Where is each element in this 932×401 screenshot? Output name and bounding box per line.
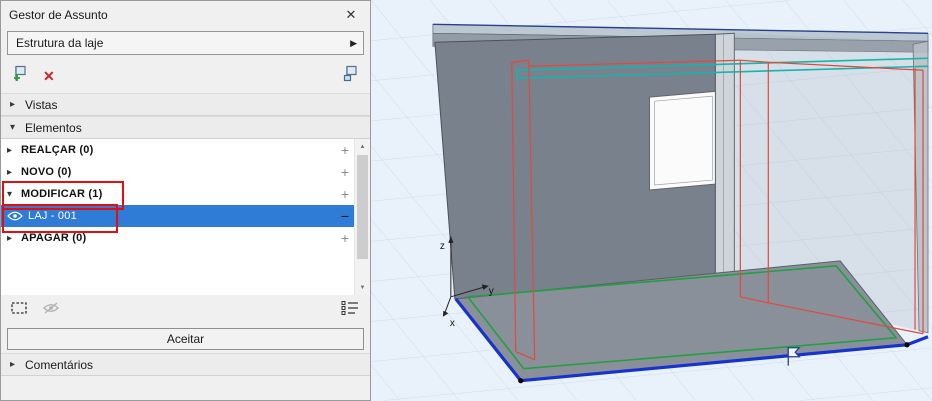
list-item-modificar[interactable]: ▾ MODIFICAR (1) + <box>1 183 370 205</box>
axis-label-z: z <box>440 241 445 252</box>
list-item-label: MODIFICAR (1) <box>21 188 102 200</box>
window[interactable] <box>650 91 717 190</box>
list-item-apagar[interactable]: ▸ APAGAR (0) + <box>1 227 370 249</box>
chevron-right-icon[interactable]: ▸ <box>7 233 12 244</box>
show-in-view-icon <box>42 301 60 320</box>
3d-viewport[interactable]: z y x <box>371 0 932 401</box>
scroll-down-button[interactable]: ▼ <box>355 280 370 295</box>
list-item-label: APAGAR (0) <box>21 232 86 244</box>
section-label: Elementos <box>25 121 82 135</box>
chevron-down-icon[interactable]: ▾ <box>10 122 18 133</box>
section-label: Vistas <box>25 98 57 112</box>
section-vistas[interactable]: ▸ Vistas <box>1 93 370 116</box>
list-item-laj-001[interactable]: LAJ - 001 − <box>1 205 370 227</box>
add-button[interactable]: + <box>341 142 349 158</box>
chevron-right-icon[interactable]: ▸ <box>10 99 18 110</box>
building-model[interactable] <box>433 24 928 383</box>
chevron-right-icon[interactable]: ▸ <box>10 359 18 370</box>
selection-toolbar <box>1 295 370 325</box>
new-issue-icon[interactable] <box>11 65 29 87</box>
scrollbar[interactable]: ▲ ▼ <box>354 139 370 295</box>
section-elementos[interactable]: ▾ Elementos <box>1 116 370 139</box>
chevron-right-icon[interactable]: ▸ <box>7 167 12 178</box>
chevron-right-icon[interactable]: ▸ <box>7 145 12 156</box>
scheme-selector[interactable]: Estrutura da laje ▶ <box>7 31 364 55</box>
delete-issue-icon[interactable]: ✕ <box>43 69 55 83</box>
remove-button[interactable]: − <box>341 208 349 224</box>
accept-button[interactable]: Aceitar <box>7 328 364 350</box>
add-button[interactable]: + <box>341 186 349 202</box>
marquee-icon[interactable] <box>11 301 28 320</box>
scheme-selector-wrap: Estrutura da laje ▶ <box>1 29 370 59</box>
close-icon[interactable]: ✕ <box>340 7 362 23</box>
application-window: Gestor de Assunto ✕ Estrutura da laje ▶ … <box>0 0 932 401</box>
list-item-label: LAJ - 001 <box>28 210 77 222</box>
add-button[interactable]: + <box>341 230 349 246</box>
section-comentarios[interactable]: ▸ Comentários <box>1 353 370 376</box>
accept-button-label: Aceitar <box>167 332 204 346</box>
scheme-selector-value: Estrutura da laje <box>16 36 103 50</box>
elements-list: ▸ REALÇAR (0) + ▸ NOVO (0) + ▾ MODIFICAR… <box>1 139 370 295</box>
panel-title: Gestor de Assunto <box>9 8 108 22</box>
eye-icon[interactable] <box>7 211 23 224</box>
chevron-right-icon: ▶ <box>350 38 357 49</box>
list-item-novo[interactable]: ▸ NOVO (0) + <box>1 161 370 183</box>
add-button[interactable]: + <box>341 164 349 180</box>
chevron-down-icon[interactable]: ▾ <box>7 189 12 200</box>
issue-manager-panel: Gestor de Assunto ✕ Estrutura da laje ▶ … <box>0 0 371 401</box>
issue-toolbar: ✕ <box>1 59 370 93</box>
import-issue-icon[interactable] <box>342 65 360 87</box>
scrollbar-thumb[interactable] <box>357 155 368 259</box>
section-label: Comentários <box>25 358 93 372</box>
list-item-realcar[interactable]: ▸ REALÇAR (0) + <box>1 139 370 161</box>
list-item-label: REALÇAR (0) <box>21 144 93 156</box>
panel-titlebar[interactable]: Gestor de Assunto ✕ <box>1 1 370 29</box>
axis-label-y: y <box>489 286 494 297</box>
criteria-settings-icon[interactable] <box>341 300 360 320</box>
scroll-up-button[interactable]: ▲ <box>355 139 370 154</box>
list-item-label: NOVO (0) <box>21 166 72 178</box>
axis-label-x: x <box>450 318 455 329</box>
